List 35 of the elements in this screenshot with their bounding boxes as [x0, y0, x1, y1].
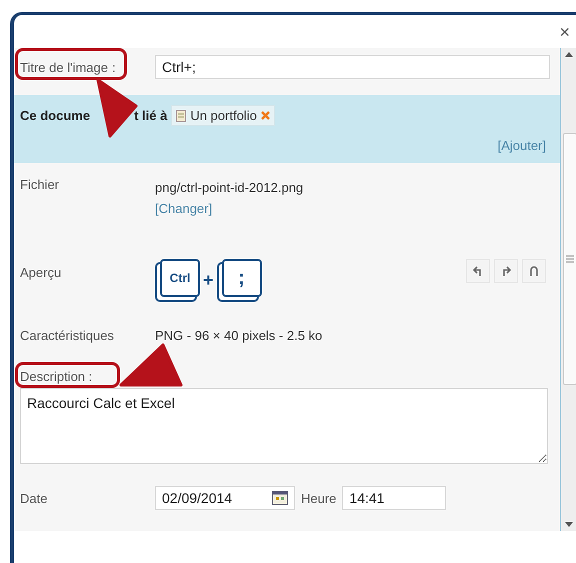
- field-label: Date: [20, 490, 48, 506]
- annotation-arrow: [96, 78, 138, 138]
- title-input[interactable]: Ctrl+;: [155, 55, 550, 79]
- field-label: Caractéristiques: [20, 328, 115, 343]
- rotate-right-button[interactable]: [494, 259, 518, 283]
- change-link[interactable]: [Changer]: [155, 201, 212, 216]
- field-label: Fichier: [20, 177, 60, 194]
- portfolio-tag[interactable]: Un portfolio: [171, 105, 275, 126]
- description-textarea[interactable]: Raccourci Calc et Excel: [20, 388, 548, 464]
- time-label: Heure: [301, 490, 336, 506]
- annotation-arrow: [120, 344, 182, 386]
- field-label: Aperçu: [20, 264, 62, 282]
- rotate-left-button[interactable]: [466, 259, 490, 283]
- specs-text: PNG - 96 × 40 pixels - 2.5 ko: [155, 328, 324, 343]
- linked-label: t lié à: [134, 108, 168, 123]
- close-button[interactable]: ×: [559, 22, 570, 40]
- scroll-down-icon[interactable]: [564, 522, 572, 527]
- arch-icon: [528, 265, 540, 277]
- time-input[interactable]: 14:41: [342, 486, 446, 510]
- plus-sign: +: [203, 270, 214, 291]
- scrollbar[interactable]: [560, 48, 576, 531]
- flip-button[interactable]: [522, 259, 546, 283]
- turn-right-arrow-icon: [500, 265, 512, 277]
- tag-label: Un portfolio: [190, 108, 257, 123]
- colon-text: :: [112, 60, 116, 74]
- turn-left-arrow-icon: [472, 265, 484, 277]
- linked-label: Ce docume: [20, 108, 90, 123]
- field-label: Titre de l'image: [20, 60, 108, 74]
- scroll-up-icon[interactable]: [564, 52, 572, 57]
- calendar-icon[interactable]: [272, 491, 288, 505]
- date-input[interactable]: 02/09/2014: [155, 486, 295, 510]
- document-icon: [176, 110, 186, 122]
- field-label: Description :: [20, 369, 92, 384]
- file-path: png/ctrl-point-id-2012.png: [155, 179, 304, 197]
- grip-icon[interactable]: [566, 255, 574, 263]
